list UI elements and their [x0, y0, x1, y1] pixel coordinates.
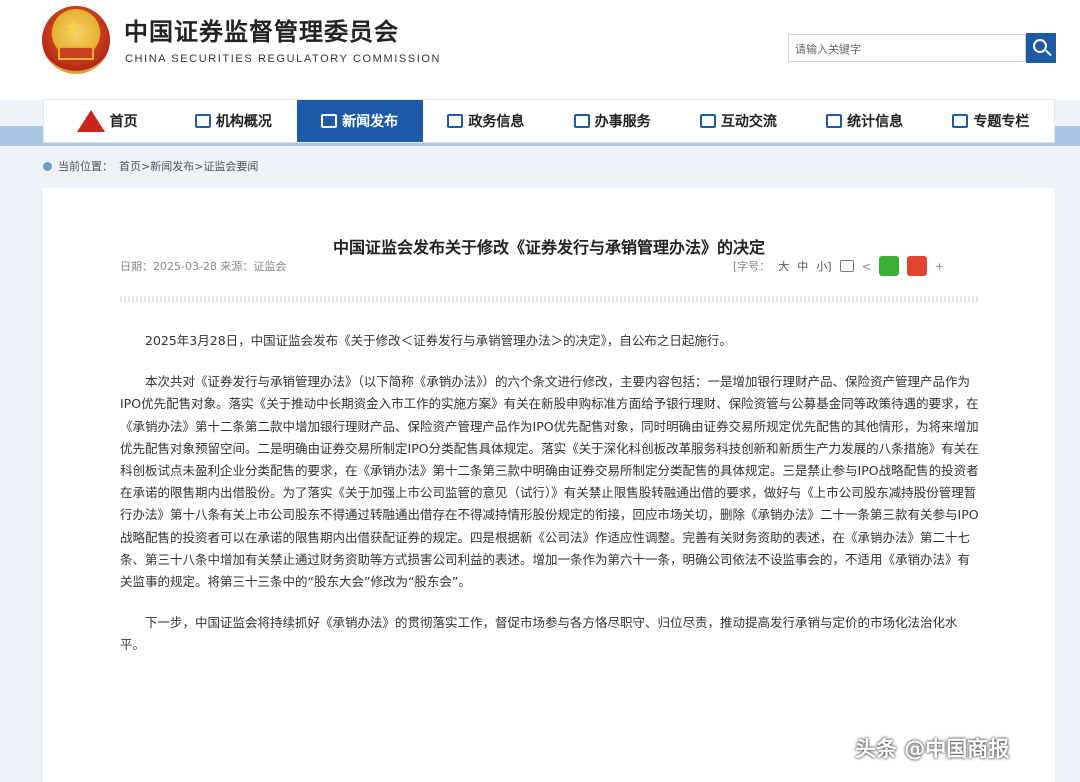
weibo-icon[interactable] — [906, 256, 927, 276]
gate-icon — [58, 46, 94, 60]
breadcrumb-path[interactable]: 首页>新闻发布>证监会要闻 — [119, 158, 258, 174]
nav-label: 新闻发布 — [342, 114, 399, 130]
breadcrumb: 当前位置： 首页>新闻发布>证监会要闻 — [43, 158, 258, 174]
nav-services[interactable]: 办事服务 — [549, 100, 675, 142]
article-tools: [字号： 大 中 小] < + — [733, 256, 944, 276]
nav-label: 办事服务 — [594, 114, 651, 130]
chat-icon — [699, 114, 716, 128]
home-logo-icon — [76, 110, 105, 132]
nav-label: 统计信息 — [847, 114, 904, 130]
font-size-large[interactable]: 大 — [778, 258, 789, 274]
site-subtitle: CHINA SECURITIES REGULATORY COMMISSION — [125, 53, 442, 65]
article-meta: 日期：2025-03-28 来源：证监会 — [120, 260, 287, 273]
font-size-label: [字号： — [733, 260, 771, 273]
article-body: 2025年3月28日，中国证监会发布《关于修改＜证券发行与承销管理办法＞的决定》… — [120, 330, 980, 676]
paragraph: 2025年3月28日，中国证监会发布《关于修改＜证券发行与承销管理办法＞的决定》… — [145, 333, 732, 348]
nav-statistics[interactable]: 统计信息 — [802, 100, 928, 142]
star-icon: ★ — [64, 16, 84, 41]
nav-label: 互动交流 — [720, 114, 777, 130]
print-icon[interactable] — [839, 260, 854, 272]
paragraph: 本次共对《证券发行与承销管理办法》（以下简称《承销办法》）的六个条文进行修改，主… — [120, 374, 979, 590]
list-icon — [573, 114, 590, 128]
news-icon — [321, 114, 338, 128]
search-input[interactable]: 请输入关键字 — [788, 34, 1026, 62]
nav-label: 机构概况 — [215, 114, 272, 130]
article-card: 中国证监会发布关于修改《证券发行与承销管理办法》的决定 日期：2025-03-2… — [43, 188, 1055, 782]
bar-chart-icon — [826, 114, 843, 128]
font-size-small[interactable]: 小] — [816, 258, 831, 274]
location-pin-icon — [43, 161, 52, 171]
watermark: 头条 @中国商报 — [855, 737, 1010, 761]
nav-interaction[interactable]: 互动交流 — [675, 100, 801, 142]
nav-home[interactable]: 首页 — [44, 100, 170, 142]
share-icon[interactable]: < — [862, 260, 871, 273]
monitor-icon — [447, 114, 464, 128]
site-title[interactable]: 中国证券监督管理委员会 — [124, 12, 399, 47]
article-title: 中国证监会发布关于修改《证券发行与承销管理办法》的决定 — [332, 238, 765, 257]
nav-label: 首页 — [109, 114, 138, 130]
main-nav: 首页 机构概况 新闻发布 政务信息 办事服务 互动交流 统计信息 专题专栏 — [43, 99, 1055, 143]
national-emblem-logo[interactable]: ★ — [42, 6, 110, 74]
nav-label: 专题专栏 — [973, 114, 1030, 130]
divider — [120, 296, 978, 302]
search-button[interactable] — [1026, 33, 1056, 63]
nav-organization[interactable]: 机构概况 — [170, 100, 296, 142]
document-icon — [952, 114, 969, 128]
paragraph: 下一步，中国证监会将持续抓好《承销办法》的贯彻落实工作，督促市场参与各方恪尽职守… — [120, 615, 958, 653]
nav-label: 政务信息 — [468, 114, 525, 130]
nav-topics[interactable]: 专题专栏 — [928, 100, 1054, 142]
more-share-icon[interactable]: + — [935, 260, 944, 273]
building-icon — [194, 114, 211, 128]
font-size-medium[interactable]: 中 — [797, 258, 808, 274]
wechat-icon[interactable] — [878, 256, 899, 276]
nav-government-info[interactable]: 政务信息 — [423, 100, 549, 142]
nav-news[interactable]: 新闻发布 — [296, 100, 423, 142]
breadcrumb-prefix: 当前位置： — [58, 160, 113, 173]
